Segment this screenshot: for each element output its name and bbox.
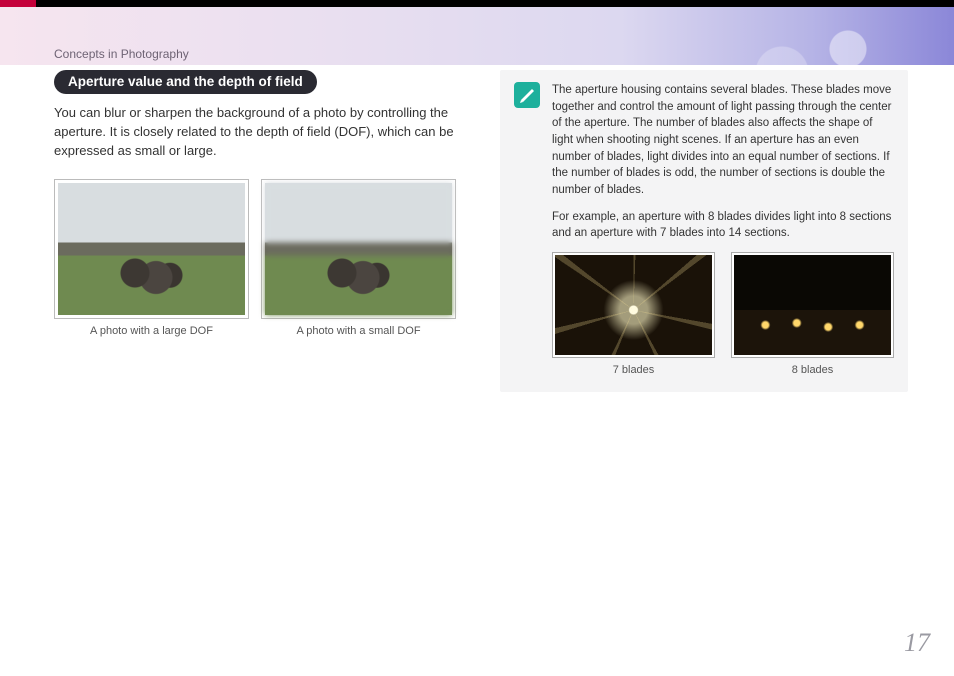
- breadcrumb: Concepts in Photography: [54, 47, 189, 61]
- page-number: 17: [904, 628, 930, 658]
- note-box: The aperture housing contains several bl…: [500, 70, 908, 392]
- image-frame: [261, 179, 456, 319]
- header-gradient: Concepts in Photography: [0, 7, 954, 65]
- right-column: The aperture housing contains several bl…: [500, 70, 908, 392]
- top-bar: [0, 0, 954, 7]
- note-body: The aperture housing contains several bl…: [552, 82, 894, 376]
- dof-figure-small: A photo with a small DOF: [261, 179, 456, 337]
- photo-small-dof: [265, 183, 452, 315]
- blade-figure-7: 7 blades: [552, 252, 715, 376]
- intro-paragraph: You can blur or sharpen the background o…: [54, 104, 454, 161]
- image-frame: [552, 252, 715, 358]
- caption-small-dof: A photo with a small DOF: [261, 325, 456, 337]
- dof-figure-large: A photo with a large DOF: [54, 179, 249, 337]
- image-frame: [54, 179, 249, 319]
- section-heading: Aperture value and the depth of field: [54, 70, 317, 94]
- top-bar-accent: [0, 0, 36, 7]
- note-paragraph-1: The aperture housing contains several bl…: [552, 82, 894, 199]
- blade-figure-8: 8 blades: [731, 252, 894, 376]
- photo-8-blades: [734, 255, 891, 355]
- image-frame: [731, 252, 894, 358]
- dof-examples-row: A photo with a large DOF A photo with a …: [54, 179, 454, 337]
- blade-examples-row: 7 blades 8 blades: [552, 252, 894, 376]
- photo-7-blades: [555, 255, 712, 355]
- caption-8-blades: 8 blades: [731, 364, 894, 376]
- left-column: Aperture value and the depth of field Yo…: [54, 70, 454, 392]
- note-icon: [514, 82, 540, 108]
- note-paragraph-2: For example, an aperture with 8 blades d…: [552, 209, 894, 242]
- page-content: Aperture value and the depth of field Yo…: [54, 70, 908, 392]
- caption-7-blades: 7 blades: [552, 364, 715, 376]
- photo-large-dof: [58, 183, 245, 315]
- caption-large-dof: A photo with a large DOF: [54, 325, 249, 337]
